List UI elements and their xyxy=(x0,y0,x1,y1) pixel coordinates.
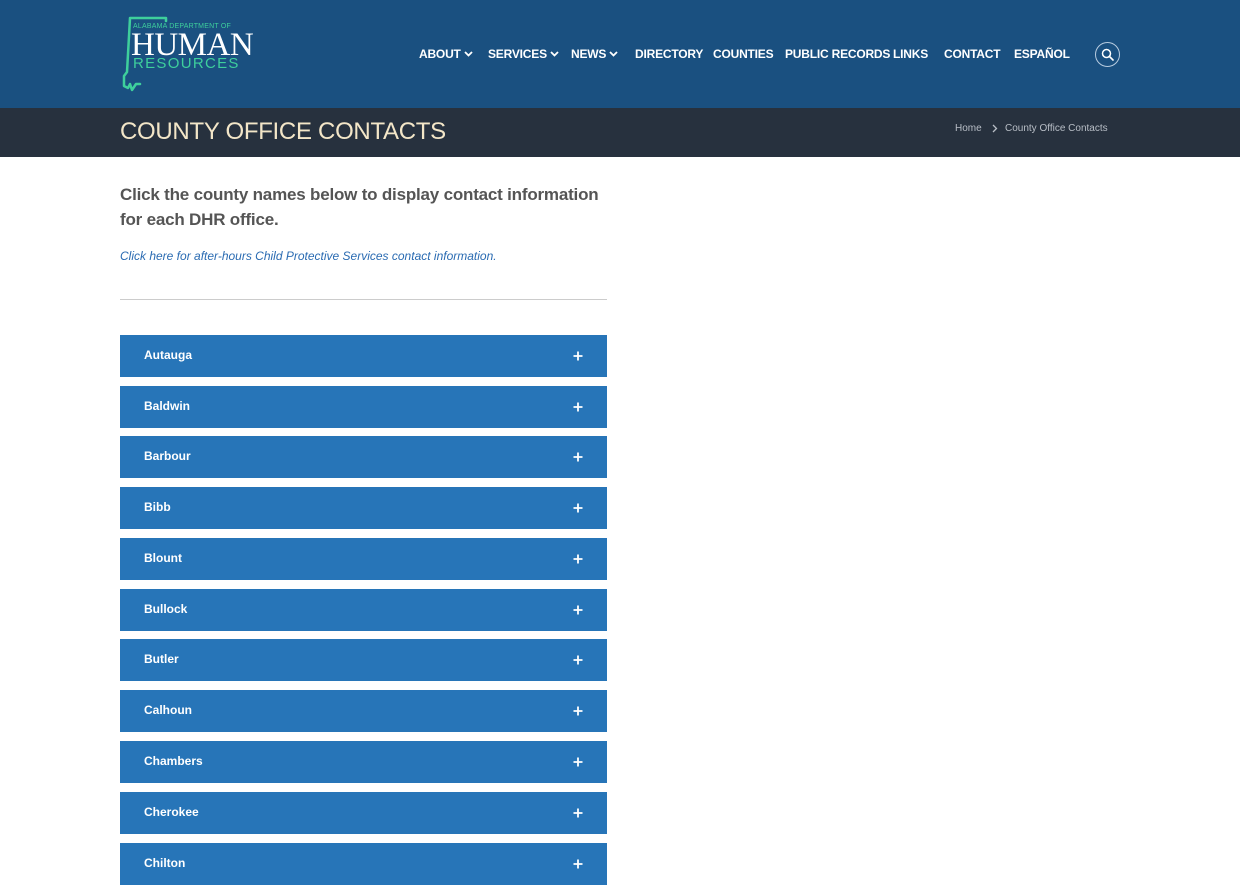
plus-icon xyxy=(573,402,583,412)
cps-after-hours-link[interactable]: Click here for after-hours Child Protect… xyxy=(120,249,497,263)
accordion-chilton[interactable]: Chilton xyxy=(120,843,607,885)
accordion-label: Chilton xyxy=(144,856,186,870)
plus-icon xyxy=(573,757,583,767)
accordion-label: Cherokee xyxy=(144,805,199,819)
accordion-label: Chambers xyxy=(144,754,203,768)
accordion-label: Baldwin xyxy=(144,399,191,413)
chevron-down-icon xyxy=(609,51,618,57)
plus-icon xyxy=(573,605,583,615)
nav-services[interactable]: SERVICES xyxy=(488,45,559,63)
accordion-blount[interactable]: Blount xyxy=(120,538,607,580)
logo-sub-text: RESOURCES xyxy=(133,55,240,72)
breadcrumb-current: County Office Contacts xyxy=(1005,123,1108,134)
accordion-autauga[interactable]: Autauga xyxy=(120,335,607,377)
plus-icon xyxy=(573,706,583,716)
accordion-cherokee[interactable]: Cherokee xyxy=(120,792,607,834)
accordion-calhoun[interactable]: Calhoun xyxy=(120,690,607,732)
chevron-right-icon xyxy=(992,124,998,133)
nav-about-label: ABOUT xyxy=(419,47,461,61)
accordion-baldwin[interactable]: Baldwin xyxy=(120,386,607,428)
accordion-butler[interactable]: Butler xyxy=(120,639,607,681)
plus-icon xyxy=(573,859,583,869)
plus-icon xyxy=(573,503,583,513)
divider xyxy=(120,299,607,300)
intro-text: Click the county names below to display … xyxy=(120,185,599,229)
chevron-down-icon xyxy=(464,51,473,57)
nav-links-label: LINKS xyxy=(893,47,929,61)
accordion-label: Blount xyxy=(144,551,182,565)
accordion-chambers[interactable]: Chambers xyxy=(120,741,607,783)
nav-contact[interactable]: CONTACT xyxy=(944,45,1001,63)
accordion-barbour[interactable]: Barbour xyxy=(120,436,607,478)
accordion-bibb[interactable]: Bibb xyxy=(120,487,607,529)
nav-espanol[interactable]: ESPAÑOL xyxy=(1014,45,1070,63)
nav-news[interactable]: NEWS xyxy=(571,45,618,63)
search-icon xyxy=(1101,48,1114,61)
chevron-down-icon xyxy=(550,51,559,57)
accordion-label: Autauga xyxy=(144,348,192,362)
plus-icon xyxy=(573,655,583,665)
nav-contact-label: CONTACT xyxy=(944,47,1001,61)
nav-counties-label: COUNTIES xyxy=(713,47,774,61)
accordion-label: Bullock xyxy=(144,602,188,616)
plus-icon xyxy=(573,452,583,462)
nav-news-label: NEWS xyxy=(571,47,607,61)
nav-public-records-label: PUBLIC RECORDS xyxy=(785,47,891,61)
nav-directory-label: DIRECTORY xyxy=(635,47,704,61)
search-button[interactable] xyxy=(1095,42,1120,67)
nav-counties[interactable]: COUNTIES xyxy=(713,45,774,63)
nav-public-records[interactable]: PUBLIC RECORDS xyxy=(785,45,890,63)
plus-icon xyxy=(573,808,583,818)
nav-espanol-label: ESPAÑOL xyxy=(1014,47,1070,61)
nav-directory[interactable]: DIRECTORY xyxy=(635,45,703,63)
accordion-label: Bibb xyxy=(144,500,171,514)
dhr-logo[interactable]: ALABAMA DEPARTMENT OF HUMAN RESOURCES xyxy=(118,14,254,94)
accordion-bullock[interactable]: Bullock xyxy=(120,589,607,631)
plus-icon xyxy=(573,351,583,361)
nav-links[interactable]: LINKS xyxy=(893,45,928,63)
accordion-label: Butler xyxy=(144,652,179,666)
accordion-label: Barbour xyxy=(144,449,191,463)
nav-services-label: SERVICES xyxy=(488,47,547,61)
plus-icon xyxy=(573,554,583,564)
breadcrumb-home-link[interactable]: Home xyxy=(955,123,982,134)
page-title: COUNTY OFFICE CONTACTS xyxy=(120,118,446,145)
accordion-label: Calhoun xyxy=(144,703,192,717)
nav-about[interactable]: ABOUT xyxy=(419,45,473,63)
